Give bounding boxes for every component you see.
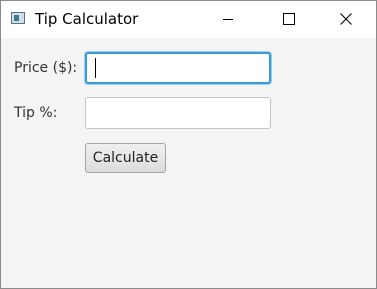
tip-calculator-window: Tip Calculator Price ($): Tip %: Calcula… xyxy=(0,0,377,289)
maximize-icon xyxy=(283,13,295,25)
price-label: Price ($): xyxy=(14,60,78,76)
close-icon xyxy=(340,13,352,25)
minimize-button[interactable] xyxy=(206,1,252,38)
minimize-icon xyxy=(223,19,233,20)
title-bar[interactable]: Tip Calculator xyxy=(1,1,376,38)
window-title: Tip Calculator xyxy=(35,10,139,28)
tip-percent-label: Tip %: xyxy=(14,105,58,121)
maximize-button[interactable] xyxy=(265,1,311,38)
tip-percent-input[interactable] xyxy=(85,97,271,129)
price-input[interactable] xyxy=(85,52,271,84)
text-cursor xyxy=(95,58,96,78)
close-button[interactable] xyxy=(323,1,369,38)
app-window-icon xyxy=(11,12,25,24)
calculate-button[interactable]: Calculate xyxy=(85,143,166,173)
